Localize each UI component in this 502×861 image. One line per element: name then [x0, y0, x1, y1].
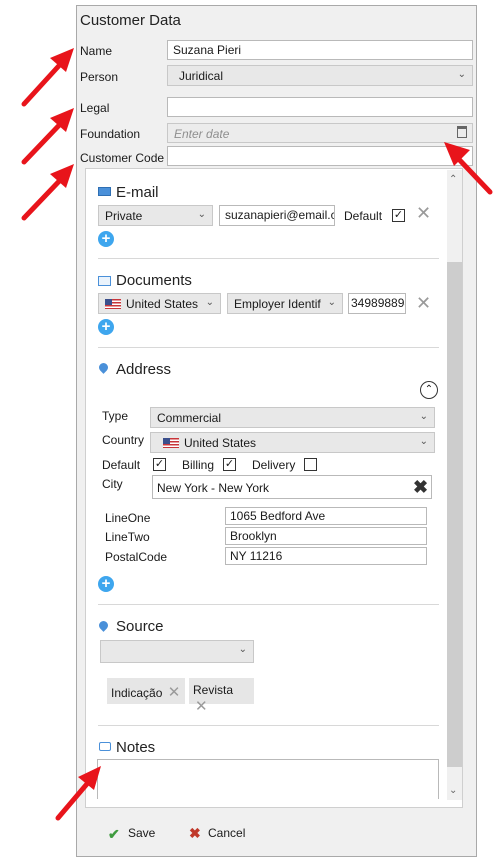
- annotation-arrow-head: [444, 142, 470, 166]
- annotation-arrow-head: [78, 766, 101, 790]
- annotation-arrows: [21, 48, 493, 821]
